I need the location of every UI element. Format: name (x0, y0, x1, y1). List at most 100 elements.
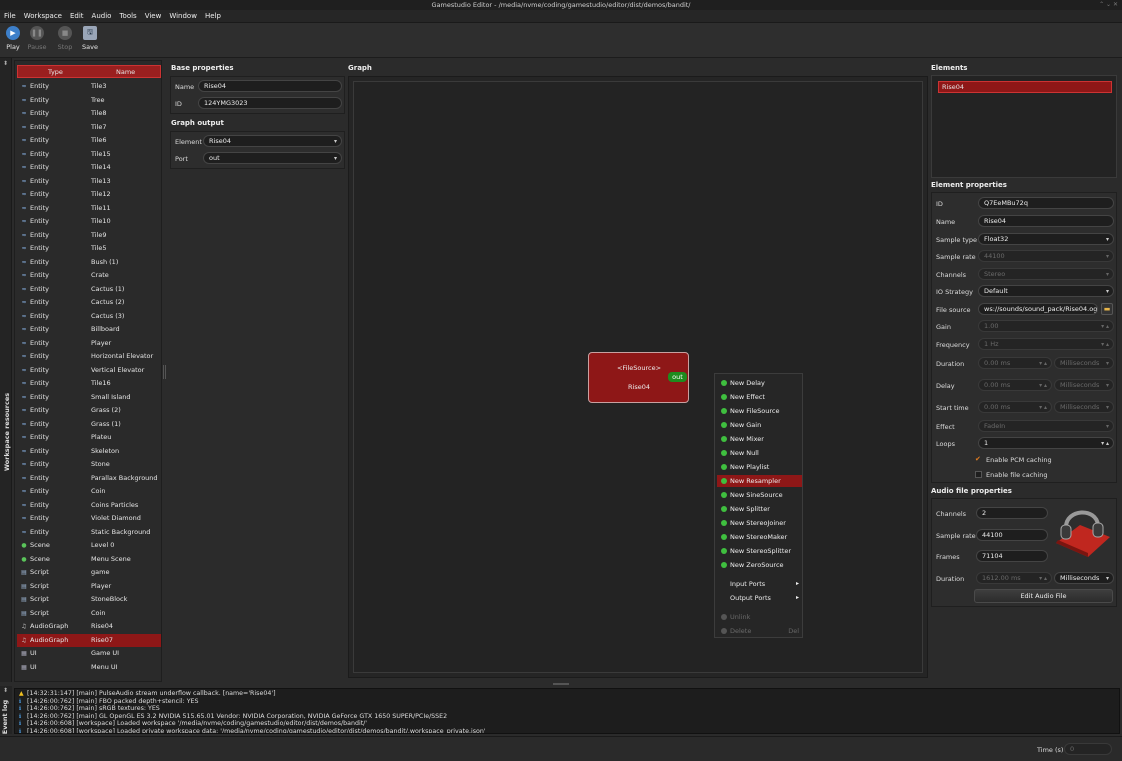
resource-row[interactable]: ≈ Entity Cactus (1) (17, 283, 161, 297)
event-log-tab[interactable]: ⬍ Event log (0, 686, 12, 734)
resource-row[interactable]: ≈ Entity Plateu (17, 431, 161, 445)
resource-row[interactable]: ≈ Entity Tile13 (17, 175, 161, 189)
resource-row[interactable]: ≈ Entity Crate (17, 269, 161, 283)
pcm-caching-checkbox[interactable]: ✔ (975, 456, 982, 463)
io-strategy-select[interactable]: Default ▾ (978, 285, 1114, 297)
file-duration-unit-select[interactable]: Milliseconds ▾ (1054, 572, 1114, 584)
window-controls[interactable]: ⌃ ⌄ ✕ (1099, 0, 1118, 10)
context-menu-item[interactable]: New Gain (717, 419, 802, 431)
resource-row[interactable]: ≈ Entity Tile7 (17, 121, 161, 135)
context-submenu-item[interactable]: Output Ports ▸ (717, 592, 802, 604)
resource-row[interactable]: ≈ Entity Tile8 (17, 107, 161, 121)
resource-row[interactable]: ≈ Entity Parallax Background (17, 472, 161, 486)
dock-handle-icon[interactable]: ⬍ (3, 60, 8, 67)
resource-row[interactable]: ≈ Entity Tile16 (17, 377, 161, 391)
context-menu-item[interactable]: New ZeroSource (717, 559, 802, 571)
resource-row[interactable]: ● Scene Level 0 (17, 539, 161, 553)
menu-tools[interactable]: Tools (115, 10, 140, 23)
context-menu-item[interactable]: New StereoSplitter (717, 545, 802, 557)
resource-row[interactable]: ≈ Entity Static Background (17, 526, 161, 540)
resource-row[interactable]: ≈ Entity Small Island (17, 391, 161, 405)
file-source-field[interactable]: ws://sounds/sound_pack/Rise04.ogg (978, 303, 1098, 315)
resource-row[interactable]: ≈ Entity Tile11 (17, 202, 161, 216)
menu-audio[interactable]: Audio (88, 10, 116, 23)
save-button[interactable]: 🖫 Save (79, 25, 101, 56)
resource-row[interactable]: ≈ Entity Stone (17, 458, 161, 472)
context-menu-item[interactable]: New StereoJoiner (717, 517, 802, 529)
resource-row[interactable]: ▤ Script StoneBlock (17, 593, 161, 607)
resource-row[interactable]: ▦ UI Menu UI (17, 661, 161, 675)
resource-row[interactable]: ♫ AudioGraph Rise07 (17, 633, 161, 647)
name-field[interactable]: Rise04 (198, 80, 342, 92)
context-menu-item[interactable]: New Splitter (717, 503, 802, 515)
entity-icon: ≈ (21, 110, 27, 117)
resource-row[interactable]: ≈ Entity Grass (1) (17, 418, 161, 432)
menu-window[interactable]: Window (165, 10, 201, 23)
element-id-field[interactable]: Q7EeMBu72q (978, 197, 1114, 209)
pause-button[interactable]: ❚❚ Pause (26, 25, 48, 56)
resource-row[interactable]: ≈ Entity Tile9 (17, 229, 161, 243)
context-menu-item[interactable]: New Mixer (717, 433, 802, 445)
node-output-port[interactable]: out (668, 372, 687, 382)
resource-row[interactable]: ≈ Entity Bush (1) (17, 256, 161, 270)
resource-row[interactable]: ≈ Entity Tile15 (17, 148, 161, 162)
menu-file[interactable]: File (0, 10, 20, 23)
splitter-handle[interactable] (163, 365, 166, 379)
port-select[interactable]: out ▾ (203, 152, 342, 164)
folder-icon[interactable]: ▬ (1101, 303, 1113, 315)
resource-row[interactable]: ▦ UI Game UI (17, 647, 161, 661)
resource-row[interactable]: ≈ Entity Tile12 (17, 188, 161, 202)
context-menu-item[interactable]: New Null (717, 447, 802, 459)
column-name[interactable]: Name (116, 66, 135, 78)
resource-row[interactable]: ▤ Script game (17, 566, 161, 580)
context-menu-item[interactable]: New Delay (717, 377, 802, 389)
resource-row[interactable]: ≈ Entity Tile14 (17, 161, 161, 175)
resource-row[interactable]: ▤ Script Player (17, 580, 161, 594)
play-button[interactable]: ▶ Play (2, 25, 24, 56)
context-submenu-item[interactable]: Input Ports ▸ (717, 578, 802, 590)
stop-button[interactable]: ■ Stop (54, 25, 76, 56)
loops-spinbox[interactable]: 1 ▾ ▴ (978, 437, 1114, 449)
resource-row[interactable]: ≈ Entity Violet Diamond (17, 512, 161, 526)
edit-audio-file-button[interactable]: Edit Audio File (974, 589, 1113, 603)
id-field[interactable]: 124YMG3023 (198, 97, 342, 109)
context-menu-item[interactable]: New SineSource (717, 489, 802, 501)
menu-help[interactable]: Help (201, 10, 225, 23)
resource-row[interactable]: ≈ Entity Player (17, 337, 161, 351)
resource-row[interactable]: ≈ Entity Tile5 (17, 242, 161, 256)
menu-view[interactable]: View (141, 10, 166, 23)
resource-row[interactable]: ≈ Entity Horizontal Elevator (17, 350, 161, 364)
element-item[interactable]: Rise04 (938, 81, 1112, 93)
resource-row[interactable]: ≈ Entity Tile10 (17, 215, 161, 229)
splitter-handle[interactable] (553, 683, 569, 685)
dock-handle-icon[interactable]: ⬍ (3, 687, 8, 694)
resource-row[interactable]: ≈ Entity Billboard (17, 323, 161, 337)
menu-workspace[interactable]: Workspace (20, 10, 66, 23)
resource-row[interactable]: ▤ Script Coin (17, 607, 161, 621)
column-type[interactable]: Type (48, 66, 63, 78)
resource-row[interactable]: ≈ Entity Coins Particles (17, 499, 161, 513)
resource-row[interactable]: ≈ Entity Tile3 (17, 80, 161, 94)
resource-row[interactable]: ≈ Entity Grass (2) (17, 404, 161, 418)
resource-row[interactable]: ♫ AudioGraph Rise04 (17, 620, 161, 634)
resource-row[interactable]: ≈ Entity Cactus (3) (17, 310, 161, 324)
context-menu-item[interactable]: New Playlist (717, 461, 802, 473)
workspace-resources-tab[interactable]: ⬍ Workspace resources (0, 58, 12, 682)
resource-row[interactable]: ≈ Entity Tree (17, 94, 161, 108)
resource-row[interactable]: ≈ Entity Cactus (2) (17, 296, 161, 310)
resource-row[interactable]: ● Scene Menu Scene (17, 553, 161, 567)
context-menu-item[interactable]: New FileSource (717, 405, 802, 417)
resource-row[interactable]: ≈ Entity Coin (17, 485, 161, 499)
element-select[interactable]: Rise04 ▾ (203, 135, 342, 147)
resource-row[interactable]: ≈ Entity Vertical Elevator (17, 364, 161, 378)
resource-row[interactable]: ≈ Entity Tile6 (17, 134, 161, 148)
resource-row[interactable]: ≈ Entity Skeleton (17, 445, 161, 459)
menu-edit[interactable]: Edit (66, 10, 88, 23)
element-name-field[interactable]: Rise04 (978, 215, 1114, 227)
context-menu-item[interactable]: New Resampler (717, 475, 802, 487)
context-menu-item[interactable]: New StereoMaker (717, 531, 802, 543)
file-caching-checkbox[interactable] (975, 471, 982, 478)
sample-type-select[interactable]: Float32 ▾ (978, 233, 1114, 245)
resource-type: Entity (30, 95, 49, 104)
context-menu-item[interactable]: New Effect (717, 391, 802, 403)
